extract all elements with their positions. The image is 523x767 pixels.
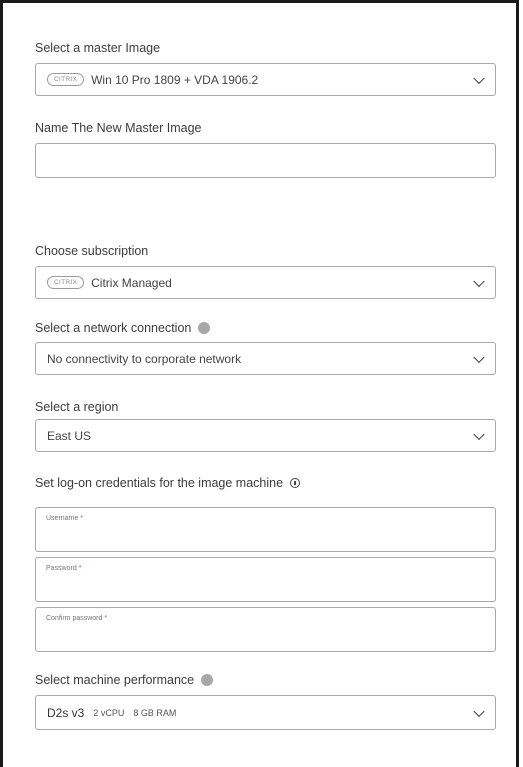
chevron-down-icon <box>473 72 485 84</box>
confirm-password-input[interactable]: Confirm password * <box>35 607 496 652</box>
performance-label: Select machine performance <box>35 673 214 687</box>
username-input[interactable]: Username * <box>35 507 496 552</box>
password-placeholder: Password * <box>46 565 82 572</box>
network-label: Select a network connection <box>35 321 211 335</box>
help-circle-icon[interactable] <box>201 674 214 686</box>
help-circle-icon[interactable] <box>198 322 211 334</box>
subscription-select[interactable]: CITRIX Citrix Managed <box>35 266 496 299</box>
network-select[interactable]: No connectivity to corporate network <box>35 342 496 375</box>
new-master-name-label: Name The New Master Image <box>35 121 202 135</box>
region-select[interactable]: East US <box>35 419 496 452</box>
info-icon[interactable] <box>290 478 301 488</box>
subscription-label: Choose subscription <box>35 244 149 258</box>
username-placeholder: Username * <box>46 515 83 522</box>
network-value: No connectivity to corporate network <box>47 351 242 366</box>
master-image-select[interactable]: CITRIX Win 10 Pro 1809 + VDA 1906.2 <box>35 63 496 96</box>
performance-ram: 8 GB RAM <box>133 707 177 718</box>
citrix-badge: CITRIX <box>47 73 85 86</box>
performance-cpu: 2 vCPU <box>93 707 125 718</box>
confirm-password-placeholder: Confirm password * <box>46 615 108 622</box>
chevron-down-icon <box>473 351 485 363</box>
chevron-down-icon <box>473 275 485 287</box>
performance-size: D2s v3 <box>47 705 85 720</box>
master-image-label: Select a master Image <box>35 41 161 55</box>
region-value: East US <box>47 428 92 443</box>
region-label: Select a region <box>35 400 119 414</box>
master-image-value: Win 10 Pro 1809 + VDA 1906.2 <box>91 72 259 87</box>
subscription-value: Citrix Managed <box>91 275 172 290</box>
password-input[interactable]: Password * <box>35 557 496 602</box>
chevron-down-icon <box>473 705 485 717</box>
citrix-badge: CITRIX <box>47 276 85 289</box>
chevron-down-icon <box>473 428 485 440</box>
performance-select[interactable]: D2s v3 2 vCPU 8 GB RAM <box>35 695 496 730</box>
credentials-label: Set log-on credentials for the image mac… <box>35 476 301 490</box>
new-master-name-input[interactable] <box>35 143 496 178</box>
